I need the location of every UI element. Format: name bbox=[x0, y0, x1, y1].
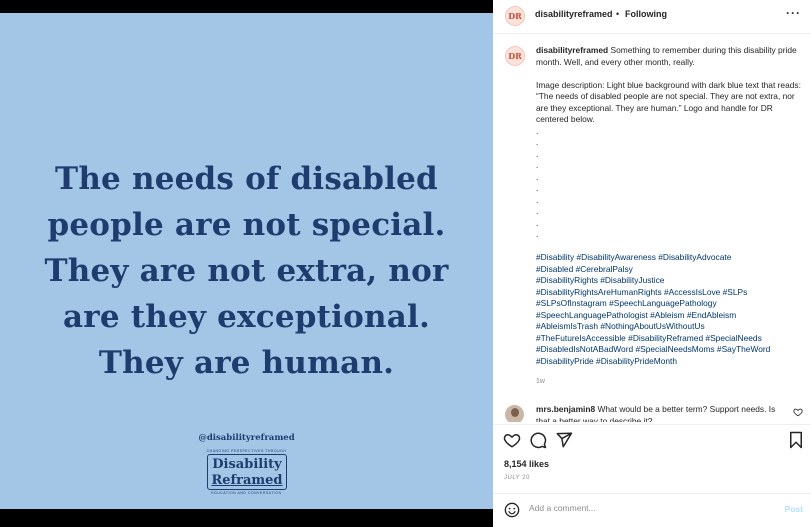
caption-avatar[interactable]: DR bbox=[505, 46, 525, 66]
logo-tagline: CHANGING PERSPECTIVES THROUGH bbox=[206, 449, 287, 453]
commenter-avatar[interactable] bbox=[505, 405, 524, 422]
dot-line: . bbox=[536, 194, 539, 205]
hashtag-line[interactable]: #AbleismIsTrash #NothingAboutUsWithoutUs bbox=[536, 321, 801, 333]
dot-line: . bbox=[536, 183, 539, 193]
image-description: Image description: Light blue background… bbox=[536, 79, 801, 125]
avatar[interactable]: DR bbox=[505, 6, 525, 26]
caption-area[interactable]: DR disabilityreframed Something to remem… bbox=[493, 34, 811, 396]
hashtag-line[interactable]: #SpeechLanguagePathologist #Ableism #End… bbox=[536, 310, 801, 322]
quote-text: The needs of disabled people are not spe… bbox=[0, 156, 493, 386]
paper-plane-icon[interactable] bbox=[555, 431, 573, 449]
dot-line: . bbox=[536, 217, 539, 228]
caption-dots: . . . . . . . . . . bbox=[536, 126, 801, 241]
smiley-icon[interactable] bbox=[504, 502, 520, 518]
comment-input[interactable] bbox=[529, 503, 759, 513]
dot-line: . bbox=[536, 229, 539, 239]
post-date[interactable]: JULY 20 bbox=[504, 475, 530, 481]
caption: disabilityreframed Something to remember… bbox=[536, 45, 801, 388]
caption-username[interactable]: disabilityreframed bbox=[536, 45, 608, 55]
quote-line: They are human. bbox=[98, 345, 395, 381]
logo-line-1: Disability bbox=[212, 457, 282, 472]
dot-line: . bbox=[536, 206, 539, 216]
add-comment-bar: Post bbox=[493, 493, 811, 527]
post-details-panel: DR disabilityreframed • Following ··· DR… bbox=[493, 0, 811, 527]
brand-logo: Disability Reframed bbox=[207, 454, 287, 490]
quote-line: The needs of disabled bbox=[55, 161, 438, 197]
hashtag-line[interactable]: #TheFutureIsAccessible #DisabilityRefram… bbox=[536, 333, 801, 345]
logo-subline: EDUCATION AND CONVERSATION bbox=[211, 491, 282, 495]
logo-line-2: Reframed bbox=[211, 473, 283, 488]
hashtags: #Disability #DisabilityAwareness #Disabi… bbox=[536, 252, 801, 367]
hashtag-line[interactable]: #DisabilityPride #DisabilityPrideMonth bbox=[536, 356, 801, 368]
hashtag-line[interactable]: #DisabledIsNotABadWord #SpecialNeedsMoms… bbox=[536, 344, 801, 356]
comment-text-block: mrs.benjamin8 What would be a better ter… bbox=[536, 404, 786, 422]
comment-icon[interactable] bbox=[529, 431, 547, 449]
hashtag-line[interactable]: #DisabilityRightsAreHumanRights #AccessI… bbox=[536, 287, 801, 299]
more-horizontal-icon[interactable]: ··· bbox=[786, 6, 801, 20]
following-button[interactable]: Following bbox=[625, 9, 667, 19]
likes-count[interactable]: 8,154 likes bbox=[504, 459, 549, 469]
header-username[interactable]: disabilityreframed bbox=[535, 9, 613, 19]
comment-heart-icon[interactable] bbox=[793, 407, 803, 417]
hashtag-line[interactable]: #SLPsOfInstagram #SpeechLanguagePatholog… bbox=[536, 298, 801, 310]
hashtag-line[interactable]: #DisabilityRights #DisabilityJustice bbox=[536, 275, 801, 287]
dot-line: . bbox=[536, 148, 539, 159]
quote-line: people are not special. bbox=[47, 207, 446, 243]
dot-line: . bbox=[536, 160, 539, 170]
dot-line: . bbox=[536, 137, 539, 147]
comment-row: mrs.benjamin8 What would be a better ter… bbox=[493, 400, 811, 422]
post-comment-button[interactable]: Post bbox=[785, 504, 803, 514]
header-separator: • bbox=[616, 9, 620, 19]
dot-line: . bbox=[536, 171, 539, 182]
heart-icon[interactable] bbox=[503, 431, 521, 449]
hashtag-line[interactable]: #Disability #DisabilityAwareness #Disabi… bbox=[536, 252, 801, 264]
caption-timestamp[interactable]: 1w bbox=[536, 376, 801, 388]
instagram-post-modal: The needs of disabled people are not spe… bbox=[0, 0, 811, 527]
commenter-username[interactable]: mrs.benjamin8 bbox=[536, 404, 595, 414]
dot-line: . bbox=[536, 125, 539, 136]
post-header: DR disabilityreframed • Following ··· bbox=[493, 0, 811, 34]
bookmark-icon[interactable] bbox=[787, 431, 805, 449]
hashtag-line[interactable]: #Disabled #CerebralPalsy bbox=[536, 264, 801, 276]
quote-line: are they exceptional. bbox=[63, 299, 430, 335]
logo-handle: @disabilityreframed bbox=[198, 433, 295, 443]
quote-line: They are not extra, nor bbox=[44, 253, 449, 289]
post-image: The needs of disabled people are not spe… bbox=[0, 13, 493, 509]
